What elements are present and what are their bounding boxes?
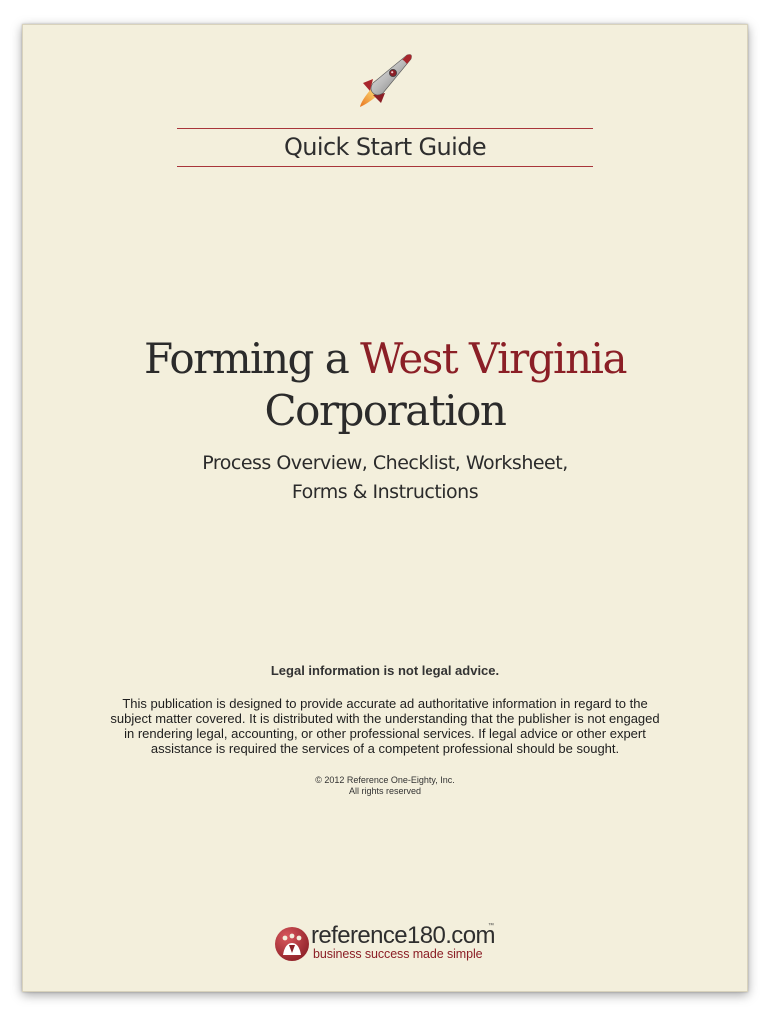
brand-logo: reference180.com ™ business success made… bbox=[273, 923, 513, 967]
document-cover: Quick Start Guide Forming a West Virgini… bbox=[22, 24, 748, 992]
header-rule-top bbox=[177, 128, 593, 129]
disclaimer-line: subject matter covered. It is distribute… bbox=[110, 711, 660, 726]
disclaimer-heading: Legal information is not legal advice. bbox=[270, 663, 500, 678]
copyright-notice: © 2012 Reference One-Eighty, Inc. All ri… bbox=[23, 775, 747, 797]
title-line-1: Forming a West Virginia bbox=[23, 333, 747, 385]
brand-name: reference180.com bbox=[311, 922, 495, 949]
document-subtitle: Process Overview, Checklist, Worksheet, … bbox=[23, 449, 747, 507]
trademark-symbol: ™ bbox=[488, 923, 494, 929]
title-state: West Virginia bbox=[360, 334, 627, 383]
copyright-line: © 2012 Reference One-Eighty, Inc. bbox=[315, 775, 455, 785]
disclaimer-line: assistance is required the services of a… bbox=[150, 741, 620, 756]
document-title: Forming a West Virginia Corporation bbox=[23, 333, 747, 437]
rights-line: All rights reserved bbox=[348, 786, 422, 796]
brand-tagline: business success made simple bbox=[313, 947, 483, 961]
reference180-logo-icon bbox=[275, 927, 309, 961]
title-entity: Corporation bbox=[264, 386, 507, 435]
disclaimer-line: This publication is designed to provide … bbox=[122, 696, 648, 711]
subtitle-line-2: Forms & Instructions bbox=[291, 481, 479, 503]
disclaimer-text: This publication is designed to provide … bbox=[83, 696, 687, 756]
disclaimer-line: in rendering legal, accounting, or other… bbox=[124, 726, 646, 741]
header-rule-bottom bbox=[177, 166, 593, 167]
rocket-icon bbox=[360, 54, 412, 107]
title-prefix: Forming a bbox=[144, 334, 350, 383]
guide-type-heading: Quick Start Guide bbox=[283, 133, 487, 161]
subtitle-line-1: Process Overview, Checklist, Worksheet, bbox=[202, 452, 568, 474]
